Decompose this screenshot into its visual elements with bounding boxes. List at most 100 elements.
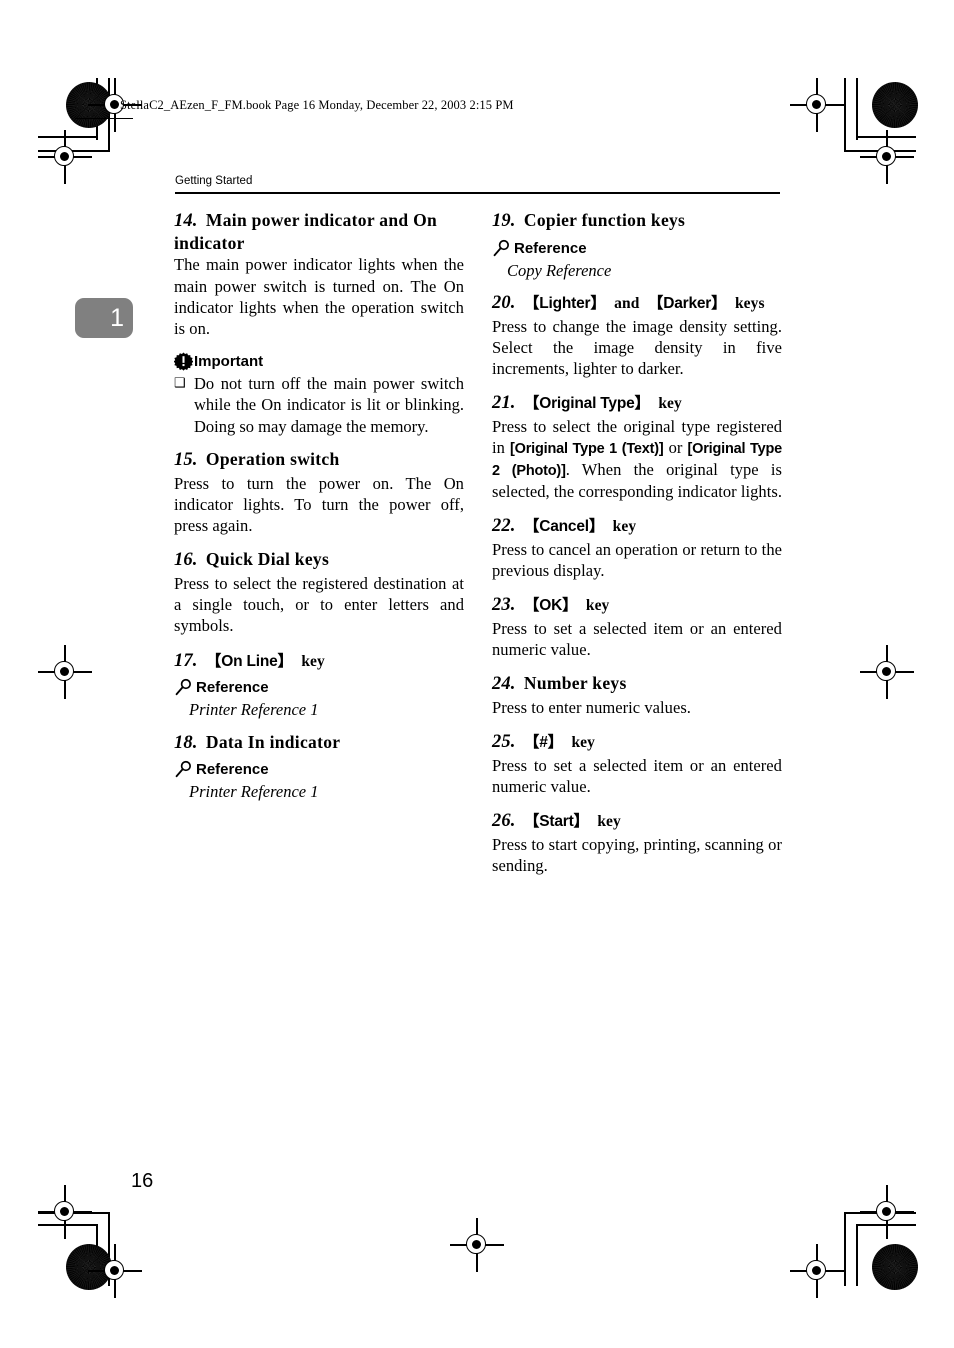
entry-20-heading: 20. 【Lighter】 and 【Darker】 keys [492, 292, 782, 315]
entry-25-body: Press to set a selected item or an enter… [492, 756, 782, 797]
left-column: 14. Main power indicator and On indicato… [173, 210, 464, 813]
entry-24-title: Number keys [523, 673, 627, 694]
important-label: Important [194, 353, 264, 371]
reference-text-1: Printer Reference 1 [189, 700, 319, 720]
crosshair-bottom-center [450, 1218, 504, 1272]
entry-25-suffix: key [571, 734, 595, 752]
reference-callout-heading-2: Reference [174, 760, 464, 779]
magnifier-icon [174, 760, 193, 779]
crosshair-left-middle [38, 645, 92, 699]
entry-26: 26. 【Start】 key Press to start copying, … [492, 810, 782, 876]
entry-16-heading: 16. Quick Dial keys [174, 549, 464, 572]
book-file-header: StellaC2_AEzen_F_FM.book Page 16 Monday,… [120, 98, 514, 112]
entry-17-heading: 17. 【On Line】 key [174, 650, 464, 673]
entry-24-heading: 24. Number keys [492, 673, 782, 696]
entry-14-heading: 14. Main power indicator and On indicato… [174, 210, 464, 253]
entry-15-number: 15. [174, 449, 198, 470]
entry-15-heading: 15. Operation switch [174, 449, 464, 472]
page-number: 16 [131, 1170, 154, 1192]
important-bullet-text: Do not turn off the main power switch wh… [194, 374, 464, 436]
entry-19-heading: 19. Copier function keys [492, 210, 782, 233]
crosshair-right-lower [860, 1185, 914, 1239]
entry-20-key-lighter: 【Lighter】 [523, 294, 606, 312]
entry-24-number: 24. [492, 674, 516, 695]
halftone-dot-top-right [872, 82, 918, 128]
magnifier-icon [174, 678, 193, 697]
crosshair-left-upper [38, 130, 92, 184]
entry-20-body: Press to change the image density settin… [492, 316, 782, 379]
running-head: Getting Started [175, 175, 253, 187]
entry-24: 24. Number keys Press to enter numeric v… [492, 673, 782, 718]
entry-20-number: 20. [492, 292, 516, 313]
entry-25-heading: 25. 【#】 key [492, 731, 782, 754]
entry-24-body: Press to enter numeric values. [492, 698, 691, 718]
book-header-rule [75, 118, 133, 119]
reference-label-1: Reference [196, 679, 269, 697]
crosshair-bottom-left-inner [88, 1244, 142, 1298]
entry-17-number: 17. [174, 650, 198, 671]
entry-17-suffix: key [301, 652, 325, 670]
entry-14: 14. Main power indicator and On indicato… [174, 210, 464, 339]
entry-19-number: 19. [492, 211, 516, 231]
entry-26-body: Press to start copying, printing, scanni… [492, 835, 782, 876]
entry-26-suffix: key [597, 813, 621, 831]
entry-25: 25. 【#】 key Press to set a selected item… [492, 731, 782, 797]
entry-23-suffix: key [585, 596, 610, 614]
entry-23-key: 【OK】 [523, 596, 578, 614]
entry-22-body: Press to cancel an operation or return t… [492, 539, 782, 580]
important-callout: Important ❑ Do not turn off the main pow… [173, 352, 464, 437]
halftone-dot-bottom-right [872, 1244, 918, 1290]
header-rule [175, 192, 780, 194]
reference-label-3: Reference [514, 239, 587, 257]
entry-23: 23. 【OK】 key Press to set a selected ite… [492, 594, 782, 660]
entry-16-number: 16. [174, 550, 198, 571]
reference-callout-heading-1: Reference [174, 678, 464, 697]
entry-20: 20. 【Lighter】 and 【Darker】 keys Press to… [492, 292, 782, 379]
entry-18-title: Data In indicator [205, 731, 341, 752]
entry-18-heading: 18. Data In indicator [174, 732, 464, 755]
entry-23-number: 23. [492, 594, 516, 615]
entry-26-heading: 26. 【Start】 key [492, 810, 782, 833]
right-column: 19. Copier function keys Reference Copy … [492, 210, 782, 890]
entry-23-body: Press to set a selected item or an enter… [492, 618, 782, 659]
entry-15-body: Press to turn the power on. The On indic… [174, 473, 464, 535]
crosshair-right-upper [860, 130, 914, 184]
crosshair-top-right-inner [790, 78, 844, 132]
magnifier-icon [492, 239, 511, 258]
entry-21-body: Press to select the original type regist… [492, 417, 783, 501]
entry-21-suffix: key [658, 395, 682, 413]
entry-26-number: 26. [492, 811, 516, 832]
entry-19: 19. Copier function keys Reference Copy … [492, 210, 782, 281]
important-bullet-item: ❑ Do not turn off the main power switch … [174, 373, 464, 437]
chapter-tab: 1 [75, 298, 133, 338]
entry-16-body: Press to select the registered destinati… [174, 574, 464, 636]
entry-18: 18. Data In indicator Reference Printer … [174, 732, 464, 803]
entry-17-key: 【On Line】 [205, 652, 293, 670]
crosshair-right-middle [860, 645, 914, 699]
reference-text-3: Copy Reference [507, 260, 612, 280]
entry-14-number: 14. [174, 211, 198, 231]
entry-22: 22. 【Cancel】 key Press to cancel an oper… [492, 515, 782, 581]
crosshair-left-lower [38, 1185, 92, 1239]
entry-23-heading: 23. 【OK】 key [492, 594, 782, 617]
entry-22-suffix: key [612, 517, 637, 535]
entry-15: 15. Operation switch Press to turn the p… [174, 449, 464, 536]
entry-21: 21. 【Original Type】 key Press to select … [492, 392, 782, 501]
entry-25-number: 25. [492, 732, 516, 753]
entry-18-number: 18. [174, 732, 198, 753]
entry-26-key: 【Start】 [523, 813, 589, 831]
entry-16: 16. Quick Dial keys Press to select the … [174, 549, 464, 636]
reference-callout-heading-3: Reference [492, 239, 782, 258]
entry-17: 17. 【On Line】 key Reference Printer Refe… [174, 650, 464, 721]
important-callout-heading: Important [173, 352, 464, 371]
entry-16-title: Quick Dial keys [205, 549, 330, 570]
entry-22-number: 22. [492, 515, 516, 536]
entry-19-title: Copier function keys [523, 210, 686, 230]
crosshair-bottom-right-inner [790, 1244, 844, 1298]
entry-21-heading: 21. 【Original Type】 key [492, 392, 782, 415]
entry-22-key: 【Cancel】 [523, 517, 605, 535]
entry-21-key: 【Original Type】 [523, 395, 650, 413]
entry-22-heading: 22. 【Cancel】 key [492, 515, 782, 538]
entry-21-number: 21. [492, 393, 516, 414]
important-starburst-icon [173, 352, 194, 371]
